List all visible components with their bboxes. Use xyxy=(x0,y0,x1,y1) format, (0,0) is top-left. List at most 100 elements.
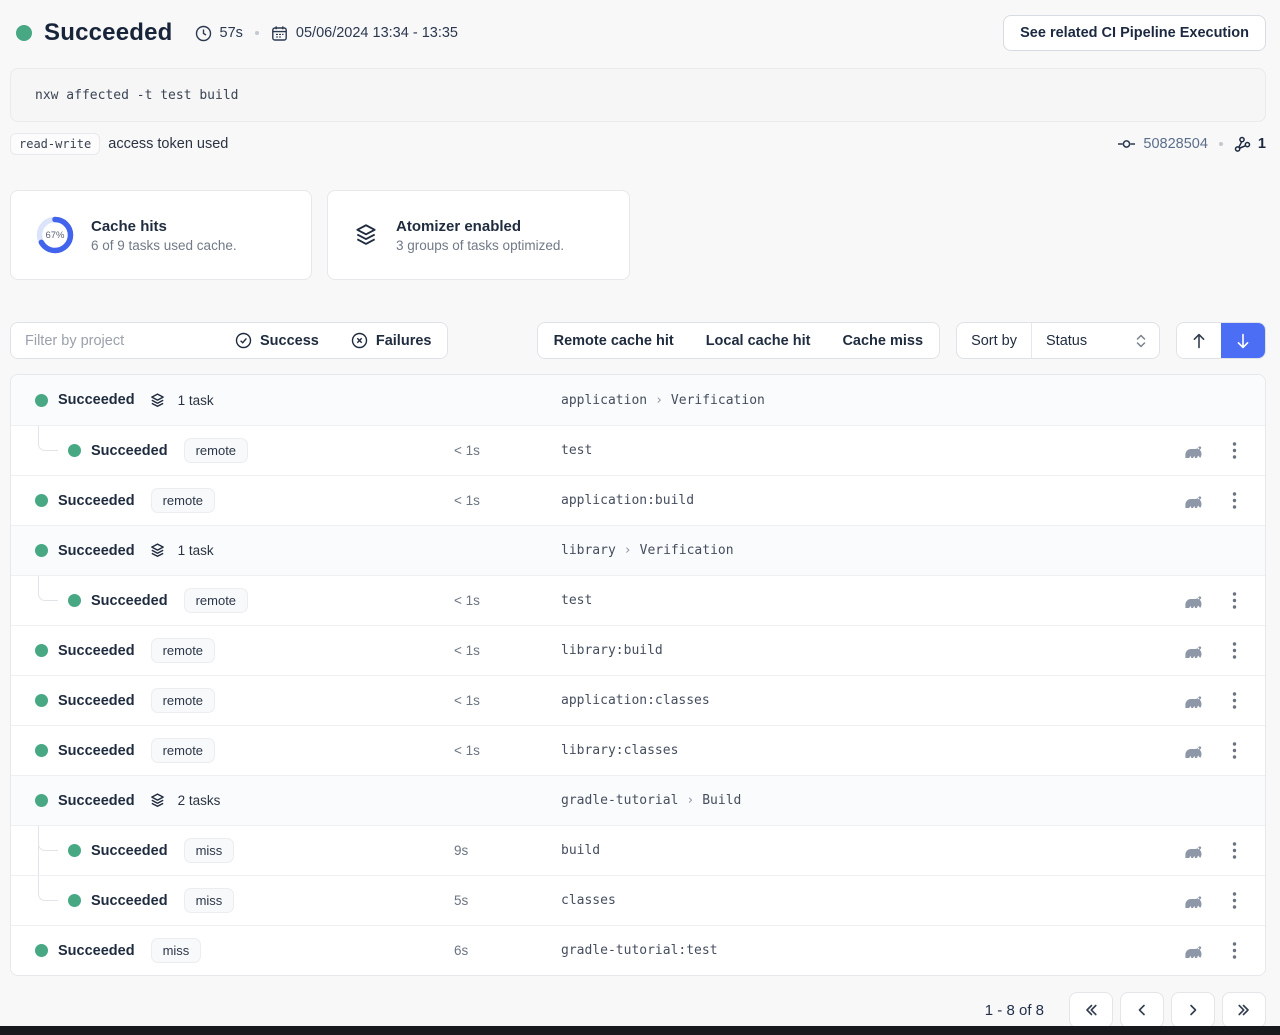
kebab-menu-icon[interactable] xyxy=(1232,941,1237,960)
task-row[interactable]: Succeededremote< 1s test xyxy=(11,575,1265,625)
status-cell: Succeeded1 task xyxy=(11,542,454,559)
cache-card-title: Cache hits xyxy=(91,218,237,235)
arrow-up-icon xyxy=(1191,332,1207,350)
task-name: test xyxy=(561,593,592,608)
previous-page-button[interactable] xyxy=(1120,992,1164,1028)
gradle-elephant-icon[interactable] xyxy=(1183,643,1204,659)
duration-cell: < 1s xyxy=(454,743,561,758)
kebab-menu-icon[interactable] xyxy=(1232,591,1237,610)
success-dot xyxy=(35,644,48,657)
task-cell: gradle-tutorial:test xyxy=(561,943,1183,958)
gradle-elephant-icon[interactable] xyxy=(1183,943,1204,959)
local-cache-hit-button[interactable]: Local cache hit xyxy=(690,323,827,358)
command-text: nxw affected -t test build xyxy=(35,88,239,103)
task-row[interactable]: Succeededremote< 1slibrary:classes xyxy=(11,725,1265,775)
duration-cell: < 1s xyxy=(454,443,561,458)
success-dot xyxy=(68,844,81,857)
task-row[interactable]: Succeededmiss6sgradle-tutorial:test xyxy=(11,925,1265,975)
task-row[interactable]: Succeededremote< 1sapplication:build xyxy=(11,475,1265,525)
sort-group: Sort by Status xyxy=(956,322,1160,359)
task-row[interactable]: Succeededremote< 1slibrary:build xyxy=(11,625,1265,675)
task-name: application:classes xyxy=(561,693,710,708)
task-group-row[interactable]: Succeeded2 tasksgradle-tutorial›Build xyxy=(11,775,1265,825)
first-page-button[interactable] xyxy=(1069,992,1113,1028)
gradle-elephant-icon[interactable] xyxy=(1183,843,1204,859)
kebab-menu-icon[interactable] xyxy=(1232,691,1237,710)
row-actions xyxy=(1183,841,1265,860)
status-cell: Succeededremote xyxy=(11,688,454,713)
status-cell: Succeededremote xyxy=(11,488,454,513)
kebab-menu-icon[interactable] xyxy=(1232,641,1237,660)
kebab-menu-icon[interactable] xyxy=(1232,491,1237,510)
pagination-range-label: 1 - 8 of 8 xyxy=(985,1002,1044,1019)
pagination: 1 - 8 of 8 xyxy=(10,992,1266,1028)
task-name: test xyxy=(561,443,592,458)
success-dot xyxy=(68,444,81,457)
row-actions xyxy=(1183,491,1265,510)
task-group-row[interactable]: Succeeded1 taskapplication›Verification xyxy=(11,375,1265,425)
cache-status-badge: miss xyxy=(151,938,202,963)
success-dot xyxy=(68,894,81,907)
task-cell: test xyxy=(561,593,1183,608)
vcs-meta: 50828504 1 xyxy=(1117,136,1266,153)
row-status-label: Succeeded xyxy=(58,392,135,408)
filter-success-button[interactable]: Success xyxy=(219,323,335,358)
task-name: application:build xyxy=(561,493,694,508)
related-pipeline-button[interactable]: See related CI Pipeline Execution xyxy=(1003,15,1266,51)
kebab-menu-icon[interactable] xyxy=(1232,891,1237,910)
row-status-label: Succeeded xyxy=(58,943,135,959)
last-page-button[interactable] xyxy=(1222,992,1266,1028)
gradle-elephant-icon[interactable] xyxy=(1183,493,1204,509)
tree-connector xyxy=(38,876,58,901)
layers-icon xyxy=(352,222,380,248)
cache-status-badge: remote xyxy=(184,438,248,463)
task-cell: classes xyxy=(561,893,1183,908)
status-cell: Succeededremote xyxy=(11,588,454,613)
remote-cache-hit-button[interactable]: Remote cache hit xyxy=(538,323,690,358)
cache-miss-button[interactable]: Cache miss xyxy=(826,323,939,358)
atomizer-card[interactable]: Atomizer enabled 3 groups of tasks optim… xyxy=(327,190,630,280)
task-row[interactable]: Succeededmiss5sclasses xyxy=(11,875,1265,925)
calendar-icon xyxy=(271,25,288,42)
cache-hits-card[interactable]: 67% Cache hits 6 of 9 tasks used cache. xyxy=(10,190,312,280)
kebab-menu-icon[interactable] xyxy=(1232,741,1237,760)
layers-icon xyxy=(149,392,166,409)
commit-icon xyxy=(1117,136,1136,152)
filter-failures-button[interactable]: Failures xyxy=(335,323,448,358)
task-duration: < 1s xyxy=(454,593,480,608)
gradle-elephant-icon[interactable] xyxy=(1183,743,1204,759)
tree-connector-line xyxy=(38,826,39,875)
layers-icon xyxy=(149,542,166,559)
task-row[interactable]: Succeeded remote < 1s test xyxy=(11,425,1265,475)
filter-project-input[interactable] xyxy=(11,323,219,358)
sort-ascending-button[interactable] xyxy=(1177,323,1221,358)
gradle-elephant-icon[interactable] xyxy=(1183,693,1204,709)
status-cell: Succeeded1 task xyxy=(11,392,454,409)
separator-dot xyxy=(1219,142,1223,146)
task-duration: < 1s xyxy=(454,643,480,658)
chevron-right-icon: › xyxy=(655,393,663,408)
cache-status-badge: remote xyxy=(184,588,248,613)
kebab-menu-icon[interactable] xyxy=(1232,841,1237,860)
commit-id[interactable]: 50828504 xyxy=(1143,136,1208,152)
task-duration: < 1s xyxy=(454,443,480,458)
task-group-row[interactable]: Succeeded1 tasklibrary›Verification xyxy=(11,525,1265,575)
status-cell: Succeeded miss xyxy=(11,938,454,963)
row-status-label: Succeeded xyxy=(58,793,135,809)
gradle-elephant-icon[interactable] xyxy=(1183,593,1204,609)
gradle-elephant-icon[interactable] xyxy=(1183,443,1204,459)
success-dot xyxy=(35,744,48,757)
gradle-elephant-icon[interactable] xyxy=(1183,893,1204,909)
run-detail-page: Succeeded 57s 05/06/2024 13:34 - 13:35 S… xyxy=(0,0,1280,1026)
duration-cell: 5s xyxy=(454,893,561,908)
sort-descending-button[interactable] xyxy=(1221,323,1265,358)
row-status-label: Succeeded xyxy=(91,443,168,459)
task-row[interactable]: Succeededmiss9sbuild xyxy=(11,825,1265,875)
task-row[interactable]: Succeededremote< 1sapplication:classes xyxy=(11,675,1265,725)
separator-dot xyxy=(255,31,259,35)
run-meta: 57s 05/06/2024 13:34 - 13:35 xyxy=(195,25,458,42)
kebab-menu-icon[interactable] xyxy=(1232,441,1237,460)
next-page-button[interactable] xyxy=(1171,992,1215,1028)
run-date-range: 05/06/2024 13:34 - 13:35 xyxy=(296,25,458,41)
sort-select[interactable]: Status xyxy=(1031,323,1159,358)
